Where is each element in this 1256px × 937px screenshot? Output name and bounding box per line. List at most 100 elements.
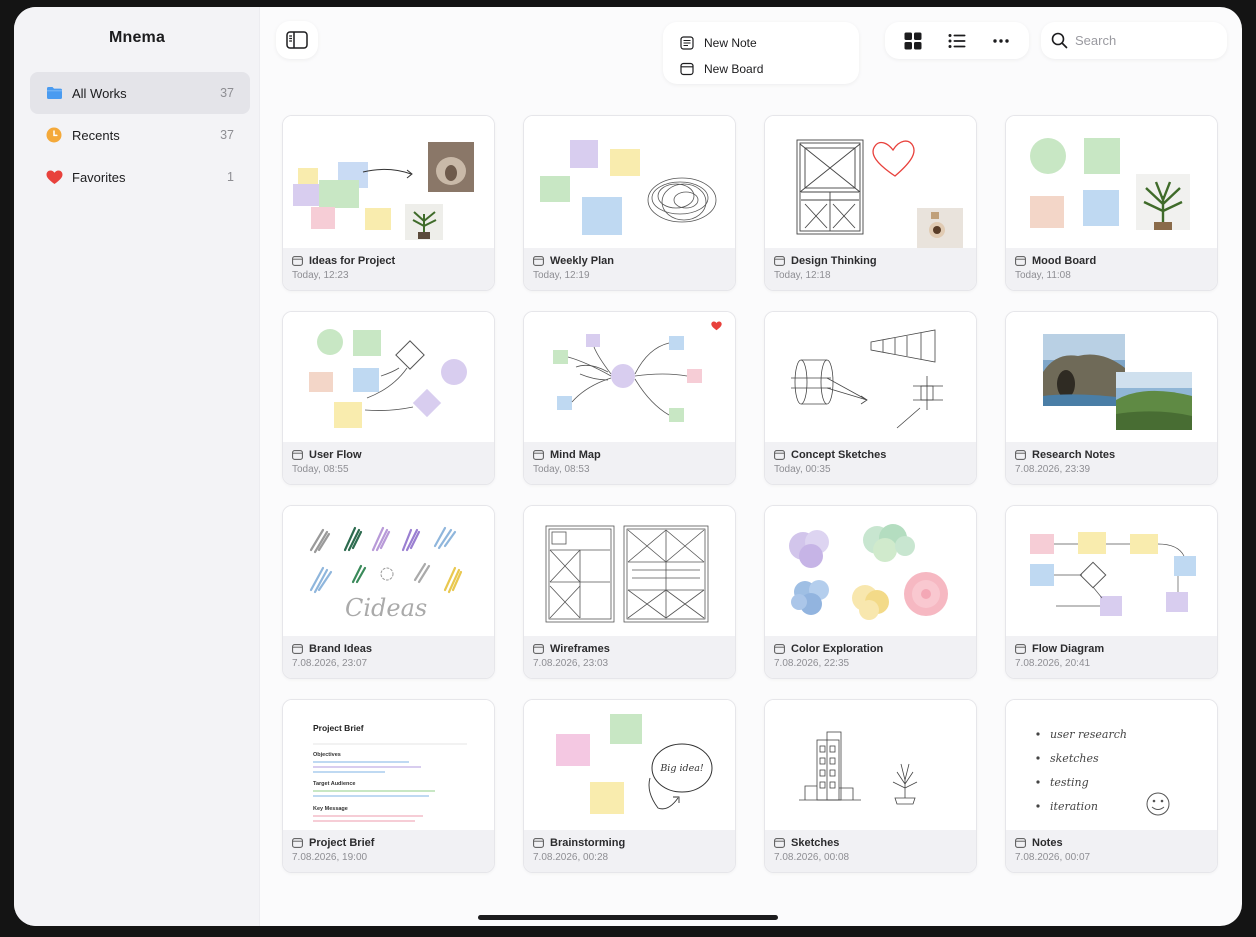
card-thumbnail: Cideas xyxy=(283,506,494,638)
sidebar: Mnema All Works 37 Recents 37 Favorites … xyxy=(14,7,260,926)
card-date: 7.08.2026, 23:03 xyxy=(533,658,609,669)
work-card[interactable]: Research Notes 7.08.2026, 23:39 xyxy=(1005,311,1218,485)
app-window: Mnema All Works 37 Recents 37 Favorites … xyxy=(14,7,1242,926)
card-meta: Flow Diagram 7.08.2026, 20:41 xyxy=(1006,636,1217,678)
search-bar xyxy=(1041,22,1227,59)
board-icon xyxy=(292,644,303,654)
board-icon xyxy=(774,256,785,266)
card-title: User Flow xyxy=(309,449,362,461)
sidebar-toggle-button[interactable] xyxy=(276,21,318,59)
board-icon xyxy=(533,838,544,848)
work-card[interactable]: Big idea! Brainstorming 7.08.2026, 00:28 xyxy=(523,699,736,873)
card-title: Flow Diagram xyxy=(1032,643,1105,655)
clock-icon xyxy=(45,126,63,144)
card-meta: Brainstorming 7.08.2026, 00:28 xyxy=(524,830,735,872)
card-meta: Research Notes 7.08.2026, 23:39 xyxy=(1006,442,1217,484)
card-title: Sketches xyxy=(791,837,840,849)
card-date: Today, 12:23 xyxy=(292,270,349,281)
sidebar-item-recents[interactable]: Recents 37 xyxy=(30,114,250,156)
board-icon xyxy=(292,838,303,848)
more-icon xyxy=(993,38,1009,43)
work-card[interactable]: Color Exploration 7.08.2026, 22:35 xyxy=(764,505,977,679)
main-content: New Note New Board Search Ideas for Proj… xyxy=(260,7,1242,926)
favorite-heart-icon[interactable] xyxy=(711,321,722,331)
card-date: 7.08.2026, 00:07 xyxy=(1015,852,1091,863)
brief-thumb-message: Key Message xyxy=(313,806,348,812)
card-date: 7.08.2026, 19:00 xyxy=(292,852,368,863)
card-thumbnail xyxy=(524,116,735,250)
work-card[interactable]: Mind Map Today, 08:53 xyxy=(523,311,736,485)
board-icon xyxy=(292,450,303,460)
card-thumbnail: Project Brief Objectives Target Audience… xyxy=(283,700,494,832)
card-thumbnail xyxy=(524,506,735,638)
card-thumbnail: Big idea! xyxy=(524,700,735,832)
work-card[interactable]: Project Brief Objectives Target Audience… xyxy=(282,699,495,873)
work-card[interactable]: Sketches 7.08.2026, 00:08 xyxy=(764,699,977,873)
view-options-group xyxy=(885,22,1029,59)
sidebar-item-label: Recents xyxy=(72,127,120,143)
board-icon xyxy=(1015,450,1026,460)
card-title: Brand Ideas xyxy=(309,643,372,655)
more-options-button[interactable] xyxy=(984,27,1018,55)
sidebar-item-all-works[interactable]: All Works 37 xyxy=(30,72,250,114)
board-icon xyxy=(1015,256,1026,266)
folder-icon xyxy=(45,84,63,102)
card-date: 7.08.2026, 20:41 xyxy=(1015,658,1091,669)
heart-icon xyxy=(45,168,63,186)
work-card[interactable]: Wireframes 7.08.2026, 23:03 xyxy=(523,505,736,679)
work-card[interactable]: User Flow Today, 08:55 xyxy=(282,311,495,485)
work-card[interactable]: user research sketches testing iteration xyxy=(1005,699,1218,873)
card-thumbnail xyxy=(765,506,976,638)
board-icon xyxy=(774,644,785,654)
card-date: 7.08.2026, 00:08 xyxy=(774,852,850,863)
list-icon xyxy=(948,33,966,48)
sidebar-item-favorites[interactable]: Favorites 1 xyxy=(30,156,250,198)
new-note-menu-item[interactable]: New Note xyxy=(680,30,859,56)
card-title: Mood Board xyxy=(1032,255,1097,267)
work-card[interactable]: Ideas for Project Today, 12:23 xyxy=(282,115,495,291)
card-thumbnail xyxy=(1006,312,1217,444)
card-meta: User Flow Today, 08:55 xyxy=(283,442,494,484)
card-meta: Mood Board Today, 11:08 xyxy=(1006,248,1217,290)
card-date: Today, 12:18 xyxy=(774,270,831,281)
list-view-button[interactable] xyxy=(940,27,974,55)
work-card[interactable]: Flow Diagram 7.08.2026, 20:41 xyxy=(1005,505,1218,679)
work-card[interactable]: Cideas Brand Ideas 7.08.2026, 23:07 xyxy=(282,505,495,679)
app-title: Mnema xyxy=(108,29,166,46)
card-meta: Color Exploration 7.08.2026, 22:35 xyxy=(765,636,976,678)
board-icon xyxy=(1015,644,1026,654)
card-thumbnail xyxy=(765,312,976,444)
new-note-label: New Note xyxy=(704,36,757,50)
card-thumbnail xyxy=(283,116,494,250)
card-meta: Sketches 7.08.2026, 00:08 xyxy=(765,830,976,872)
grid-view-button[interactable] xyxy=(896,27,930,55)
board-icon xyxy=(292,256,303,266)
card-meta: Brand Ideas 7.08.2026, 23:07 xyxy=(283,636,494,678)
card-thumbnail xyxy=(1006,116,1217,250)
work-card[interactable]: Concept Sketches Today, 00:35 xyxy=(764,311,977,485)
card-title: Research Notes xyxy=(1032,449,1116,461)
card-title: Weekly Plan xyxy=(550,255,614,267)
brainstorm-bubble-text: Big idea! xyxy=(659,763,704,774)
card-date: 7.08.2026, 23:07 xyxy=(292,658,368,669)
note-icon xyxy=(680,36,694,50)
work-card[interactable]: Weekly Plan Today, 12:19 xyxy=(523,115,736,291)
work-card[interactable]: Design Thinking Today, 12:18 xyxy=(764,115,977,291)
sidebar-item-label: Favorites xyxy=(72,169,126,185)
search-input[interactable] xyxy=(1075,33,1215,48)
brand-ideas-sketch-text: Cideas xyxy=(345,594,427,622)
card-date: 7.08.2026, 00:28 xyxy=(533,852,609,863)
card-title: Notes xyxy=(1032,837,1063,849)
home-indicator[interactable] xyxy=(478,915,778,920)
card-meta: Notes 7.08.2026, 00:07 xyxy=(1006,830,1217,872)
card-date: Today, 11:08 xyxy=(1015,270,1071,281)
new-board-menu-item[interactable]: New Board xyxy=(680,56,859,82)
work-card[interactable]: Mood Board Today, 11:08 xyxy=(1005,115,1218,291)
card-date: 7.08.2026, 23:39 xyxy=(1015,464,1091,475)
card-title: Project Brief xyxy=(309,837,375,849)
sidebar-toggle-icon xyxy=(286,31,308,49)
card-title: Ideas for Project xyxy=(309,255,396,267)
board-icon xyxy=(533,644,544,654)
board-icon xyxy=(533,256,544,266)
board-icon xyxy=(774,838,785,848)
